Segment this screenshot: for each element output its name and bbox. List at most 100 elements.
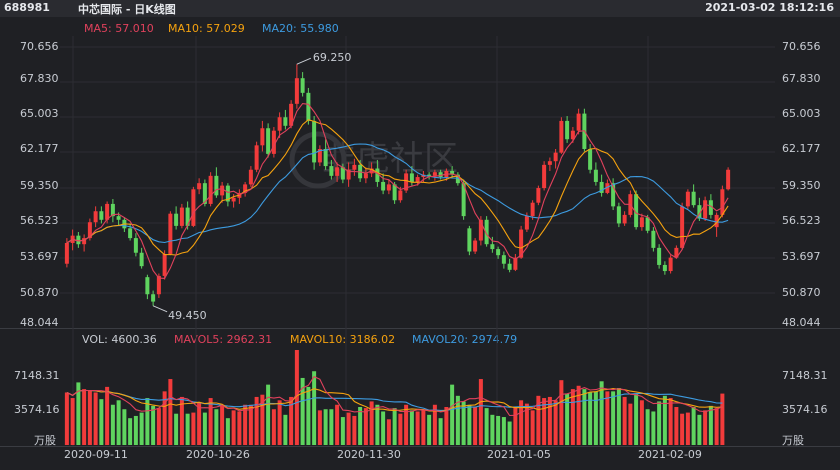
candle bbox=[473, 240, 478, 252]
date-tick: 2021-01-05 bbox=[487, 448, 551, 461]
candle bbox=[76, 235, 81, 245]
candle bbox=[685, 191, 690, 207]
volume-bar bbox=[277, 400, 282, 445]
volume-bar bbox=[473, 407, 478, 445]
volume-bar bbox=[593, 391, 598, 445]
volume-bar bbox=[708, 405, 713, 445]
price-tick-left: 48.044 bbox=[20, 316, 59, 329]
volume-bar bbox=[375, 404, 380, 445]
candle bbox=[151, 294, 156, 302]
volume-bar bbox=[369, 401, 374, 445]
price-tick-right: 70.656 bbox=[782, 40, 821, 53]
candle bbox=[248, 169, 253, 185]
price-tick-left: 56.523 bbox=[20, 214, 59, 227]
candle bbox=[197, 183, 202, 190]
volume-bar bbox=[64, 392, 69, 445]
price-tick-left: 62.177 bbox=[20, 142, 59, 155]
candle bbox=[254, 145, 259, 170]
candle bbox=[501, 255, 506, 264]
candle bbox=[381, 181, 386, 191]
price-tick-right: 67.830 bbox=[782, 72, 821, 85]
volume-bar bbox=[507, 421, 512, 445]
volume-unit-right: 万股 bbox=[782, 434, 804, 447]
candle bbox=[622, 214, 627, 224]
low-pointer bbox=[152, 305, 168, 313]
volume-bar bbox=[553, 400, 558, 445]
volume-bar bbox=[513, 407, 518, 445]
price-tick-right: 48.044 bbox=[782, 316, 821, 329]
volume-bar bbox=[685, 412, 690, 445]
volume-bar bbox=[657, 401, 662, 445]
candle bbox=[645, 217, 650, 231]
price-tick-right: 59.350 bbox=[782, 179, 821, 192]
volume-bar bbox=[87, 390, 92, 445]
candle bbox=[720, 189, 725, 215]
candle bbox=[335, 167, 340, 176]
date-axis-line bbox=[0, 446, 840, 447]
date-tick: 2020-11-30 bbox=[337, 448, 401, 461]
volume-bar bbox=[415, 411, 420, 445]
candle bbox=[559, 120, 564, 153]
volume-bar bbox=[346, 412, 351, 445]
volume-bar bbox=[611, 391, 616, 445]
price-tick-right: 53.697 bbox=[782, 250, 821, 263]
volume-bar bbox=[225, 418, 230, 445]
candle bbox=[162, 253, 167, 276]
volume-bar bbox=[565, 393, 570, 445]
volume-bar bbox=[398, 413, 403, 445]
candle bbox=[329, 166, 334, 176]
ma20-line bbox=[66, 143, 729, 244]
volume-bar bbox=[501, 417, 506, 445]
candle bbox=[323, 148, 328, 167]
candle bbox=[116, 216, 121, 220]
price-tick-left: 70.656 bbox=[20, 40, 59, 53]
volume-bar bbox=[381, 411, 386, 445]
candle bbox=[409, 173, 414, 182]
kline-chart-window: 688981 中芯国际 - 日K线图 2021-03-02 18:12:16 M… bbox=[0, 0, 840, 470]
volume-bar bbox=[329, 409, 334, 445]
candle bbox=[398, 190, 403, 201]
date-tick: 2021-02-09 bbox=[638, 448, 702, 461]
price-tick-left: 65.003 bbox=[20, 107, 59, 120]
volume-bar bbox=[605, 391, 610, 445]
candle bbox=[657, 247, 662, 265]
candle bbox=[467, 228, 472, 252]
volume-bar bbox=[323, 409, 328, 445]
candle bbox=[726, 169, 731, 190]
volume-bar bbox=[628, 403, 633, 445]
date-tick: 2020-10-26 bbox=[186, 448, 250, 461]
candle bbox=[168, 213, 173, 254]
volume-bar bbox=[70, 398, 75, 445]
volume-bar bbox=[283, 414, 288, 445]
candle bbox=[662, 264, 667, 272]
candle bbox=[352, 164, 357, 170]
candle bbox=[639, 217, 644, 228]
candle bbox=[553, 152, 558, 162]
high-pointer bbox=[296, 57, 312, 65]
candle bbox=[415, 177, 420, 182]
candle bbox=[220, 185, 225, 196]
volume-bar bbox=[427, 414, 432, 445]
volume-bar bbox=[197, 402, 202, 445]
volume-bar bbox=[340, 417, 345, 445]
volume-bar bbox=[478, 379, 483, 445]
candle bbox=[99, 211, 104, 220]
low-label: 49.450 bbox=[168, 309, 207, 322]
price-tick-left: 59.350 bbox=[20, 179, 59, 192]
price-tick-right: 62.177 bbox=[782, 142, 821, 155]
volume-bar bbox=[208, 398, 213, 445]
volume-tick-left: 3574.16 bbox=[14, 403, 60, 416]
candle bbox=[139, 252, 144, 267]
candle bbox=[703, 200, 708, 219]
volume-tick-left: 7148.31 bbox=[14, 369, 60, 382]
volume-bar bbox=[668, 398, 673, 445]
volume-bar bbox=[714, 408, 719, 445]
candle bbox=[524, 216, 529, 230]
volume-bar bbox=[651, 411, 656, 445]
volume-bar bbox=[582, 389, 587, 445]
volume-bar bbox=[110, 404, 115, 445]
volume-bar bbox=[174, 413, 179, 445]
candle bbox=[542, 164, 547, 189]
volume-bar bbox=[634, 393, 639, 445]
candle bbox=[300, 78, 305, 93]
